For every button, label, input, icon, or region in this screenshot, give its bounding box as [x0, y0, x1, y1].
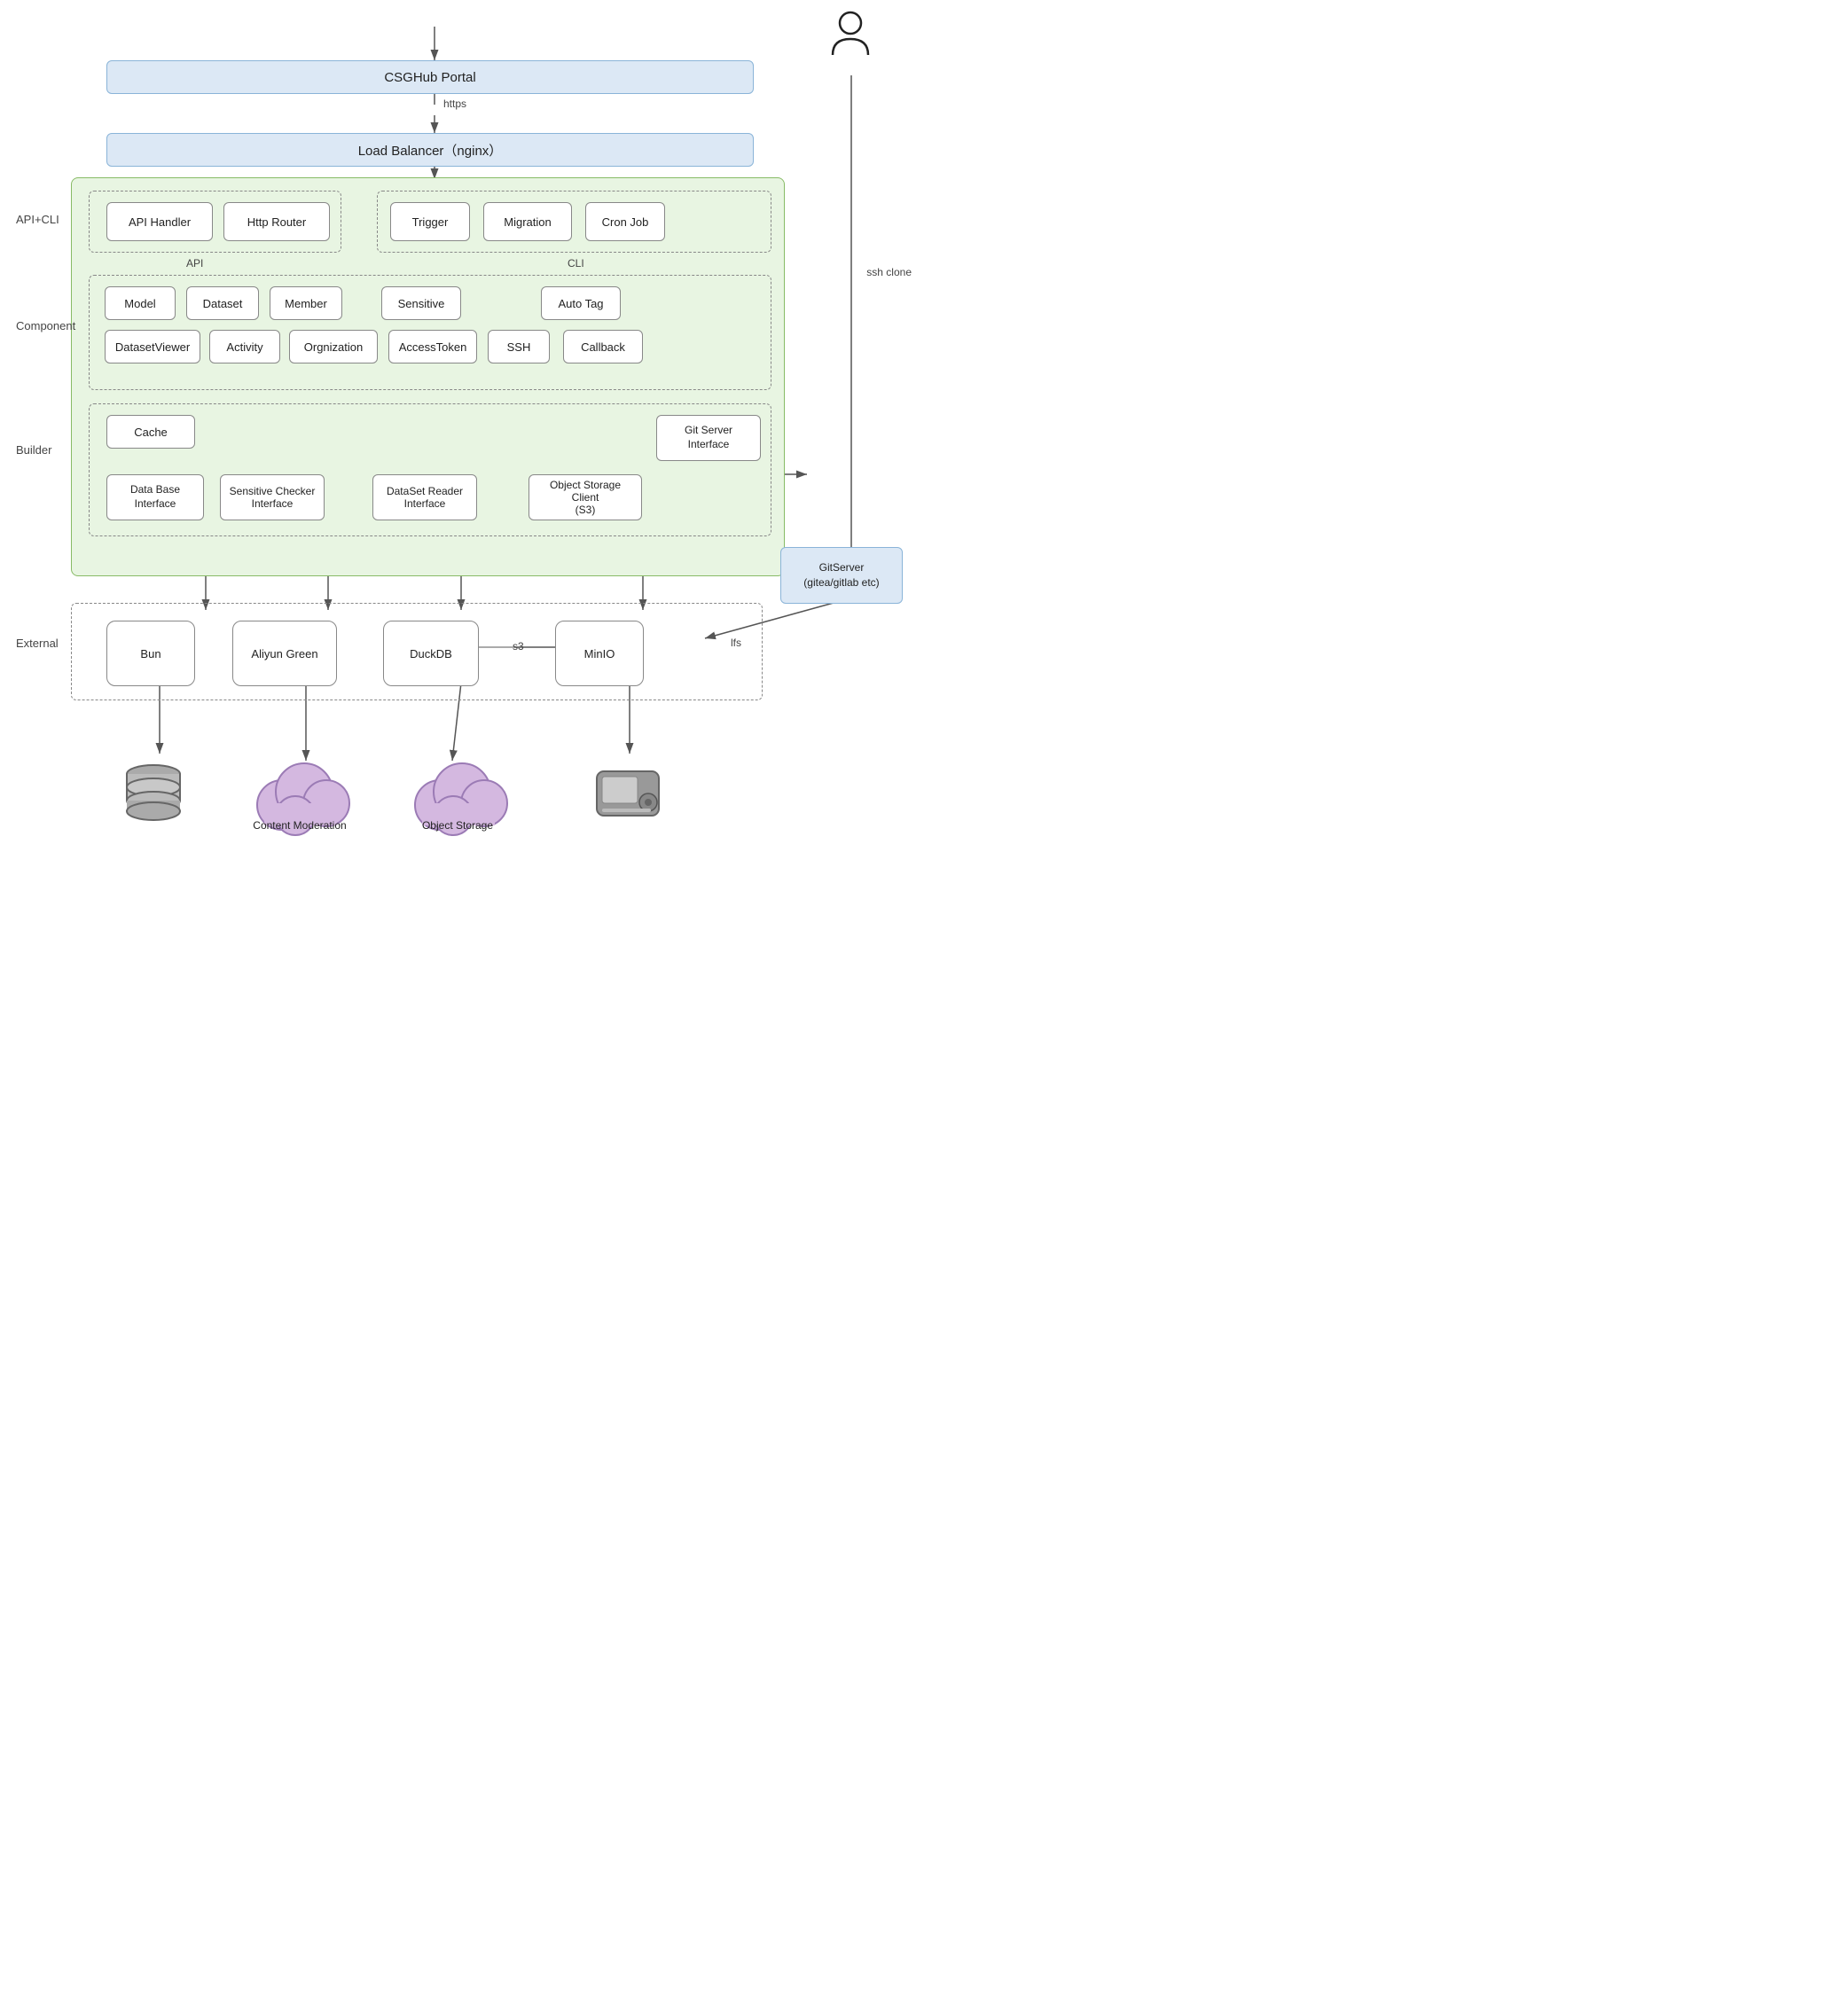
- database-icon: [114, 754, 193, 833]
- portal-box: CSGHub Portal: [106, 60, 754, 94]
- external-label: External: [16, 637, 59, 650]
- cron-job-box: Cron Job: [585, 202, 665, 241]
- dataset-viewer-box: DatasetViewer: [105, 330, 200, 363]
- organization-box: Orgnization: [289, 330, 378, 363]
- api-cli-label: API+CLI: [16, 213, 59, 226]
- member-box: Member: [270, 286, 342, 320]
- content-moderation-cloud: Content Moderation: [238, 743, 362, 840]
- object-storage-cloud: Object Storage: [395, 743, 520, 840]
- api-handler-box: API Handler: [106, 202, 213, 241]
- aliyun-green-box: Aliyun Green: [232, 621, 337, 686]
- trigger-box: Trigger: [390, 202, 470, 241]
- ssh-box: SSH: [488, 330, 550, 363]
- s3-label: s3: [513, 640, 524, 653]
- bun-box: Bun: [106, 621, 195, 686]
- database-interface-box: Data Base Interface: [106, 474, 204, 520]
- diagram-container: ssh clone CSGHub Portal https Load Balan…: [0, 0, 924, 996]
- dataset-reader-box: DataSet Reader Interface: [372, 474, 477, 520]
- load-balancer-box: Load Balancer（nginx）: [106, 133, 754, 167]
- ssh-clone-label: ssh clone: [866, 266, 912, 278]
- user-icon: [828, 9, 873, 59]
- lfs-label: lfs: [731, 637, 741, 649]
- git-server-interface-box: Git Server Interface: [656, 415, 761, 461]
- http-router-box: Http Router: [223, 202, 330, 241]
- cli-sub-label: CLI: [568, 257, 584, 270]
- hdd-icon: [583, 749, 672, 838]
- https-label: https: [443, 98, 466, 110]
- duckdb-box: DuckDB: [383, 621, 479, 686]
- sensitive-checker-box: Sensitive Checker Interface: [220, 474, 325, 520]
- sensitive-box: Sensitive: [381, 286, 461, 320]
- callback-box: Callback: [563, 330, 643, 363]
- dataset-box: Dataset: [186, 286, 259, 320]
- migration-box: Migration: [483, 202, 572, 241]
- minio-box: MinIO: [555, 621, 644, 686]
- builder-label: Builder: [16, 443, 51, 457]
- component-label: Component: [16, 319, 75, 332]
- git-server-box: GitServer (gitea/gitlab etc): [780, 547, 903, 604]
- api-sub-label: API: [186, 257, 203, 270]
- auto-tag-box: Auto Tag: [541, 286, 621, 320]
- access-token-box: AccessToken: [388, 330, 477, 363]
- cache-box: Cache: [106, 415, 195, 449]
- activity-box: Activity: [209, 330, 280, 363]
- object-storage-client-box: Object Storage Client (S3): [529, 474, 642, 520]
- model-box: Model: [105, 286, 176, 320]
